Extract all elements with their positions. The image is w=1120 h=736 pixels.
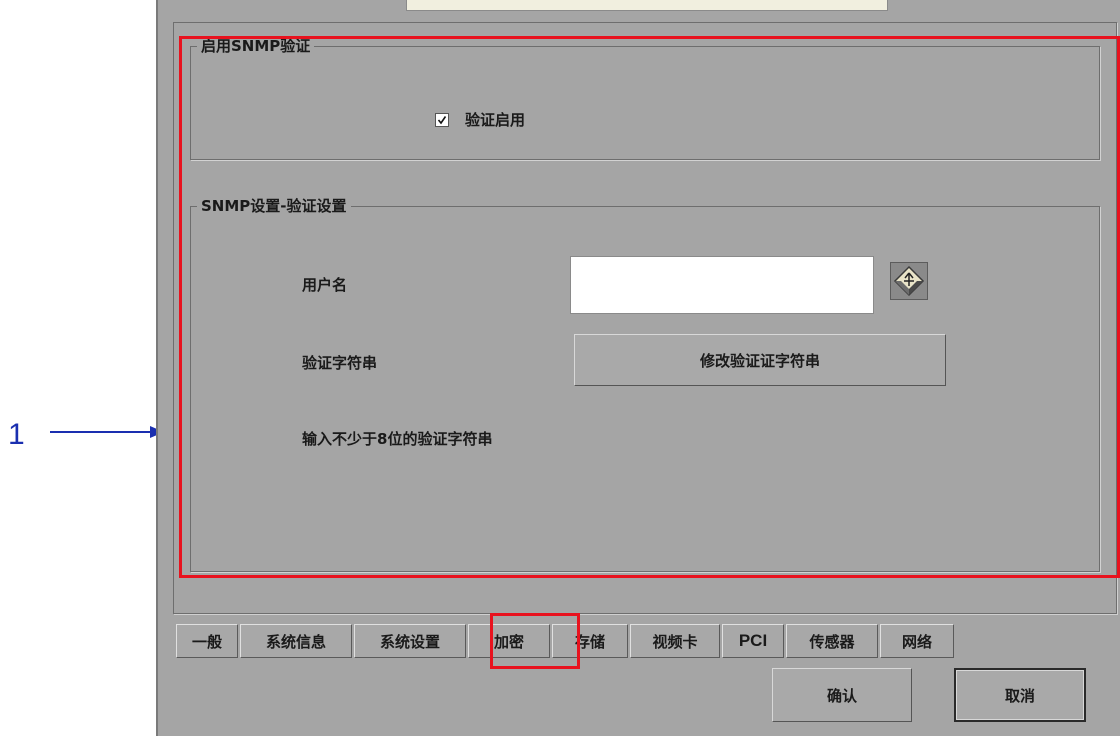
- username-label: 用户名: [302, 276, 348, 294]
- modify-auth-string-button[interactable]: 修改验证证字符串: [574, 334, 946, 386]
- username-input[interactable]: [570, 256, 874, 314]
- tab-bar: 一般 系统信息 系统设置 加密 存储 视频卡 PCI 传感器 网络: [176, 624, 956, 658]
- auth-settings-group-title: SNMP设置-验证设置: [197, 197, 351, 215]
- tab-system-info[interactable]: 系统信息: [240, 624, 352, 658]
- auth-string-hint: 输入不少于8位的验证字符串: [302, 430, 493, 448]
- settings-panel: 启用SNMP验证 验证启用 SNMP设置-验证设置 用户名 验证字符串 修改验证…: [156, 0, 1120, 736]
- callout-number: 1: [8, 418, 25, 451]
- tab-encryption[interactable]: 加密: [468, 624, 550, 658]
- tab-network[interactable]: 网络: [880, 624, 954, 658]
- snmp-enable-group: 启用SNMP验证 验证启用: [190, 37, 1100, 160]
- tab-system-settings[interactable]: 系统设置: [354, 624, 466, 658]
- checkmark-icon: [437, 115, 447, 124]
- auth-string-label: 验证字符串: [302, 354, 378, 372]
- tab-storage[interactable]: 存储: [552, 624, 628, 658]
- snmp-enable-group-title: 启用SNMP验证: [197, 37, 315, 55]
- on-screen-keyboard-icon: [893, 265, 925, 297]
- right-arrow-icon: [50, 426, 164, 438]
- tab-sensors[interactable]: 传感器: [786, 624, 878, 658]
- auth-enable-label: 验证启用: [465, 111, 526, 129]
- confirm-button[interactable]: 确认: [772, 668, 912, 722]
- tab-video-card[interactable]: 视频卡: [630, 624, 720, 658]
- tab-pci[interactable]: PCI: [722, 624, 784, 658]
- auth-enable-checkbox[interactable]: [435, 112, 449, 127]
- top-input-strip: [406, 0, 888, 11]
- keyboard-button[interactable]: [890, 262, 928, 300]
- cancel-button[interactable]: 取消: [954, 668, 1086, 722]
- tab-general[interactable]: 一般: [176, 624, 238, 658]
- auth-enable-checkbox-row[interactable]: 验证启用: [435, 109, 525, 130]
